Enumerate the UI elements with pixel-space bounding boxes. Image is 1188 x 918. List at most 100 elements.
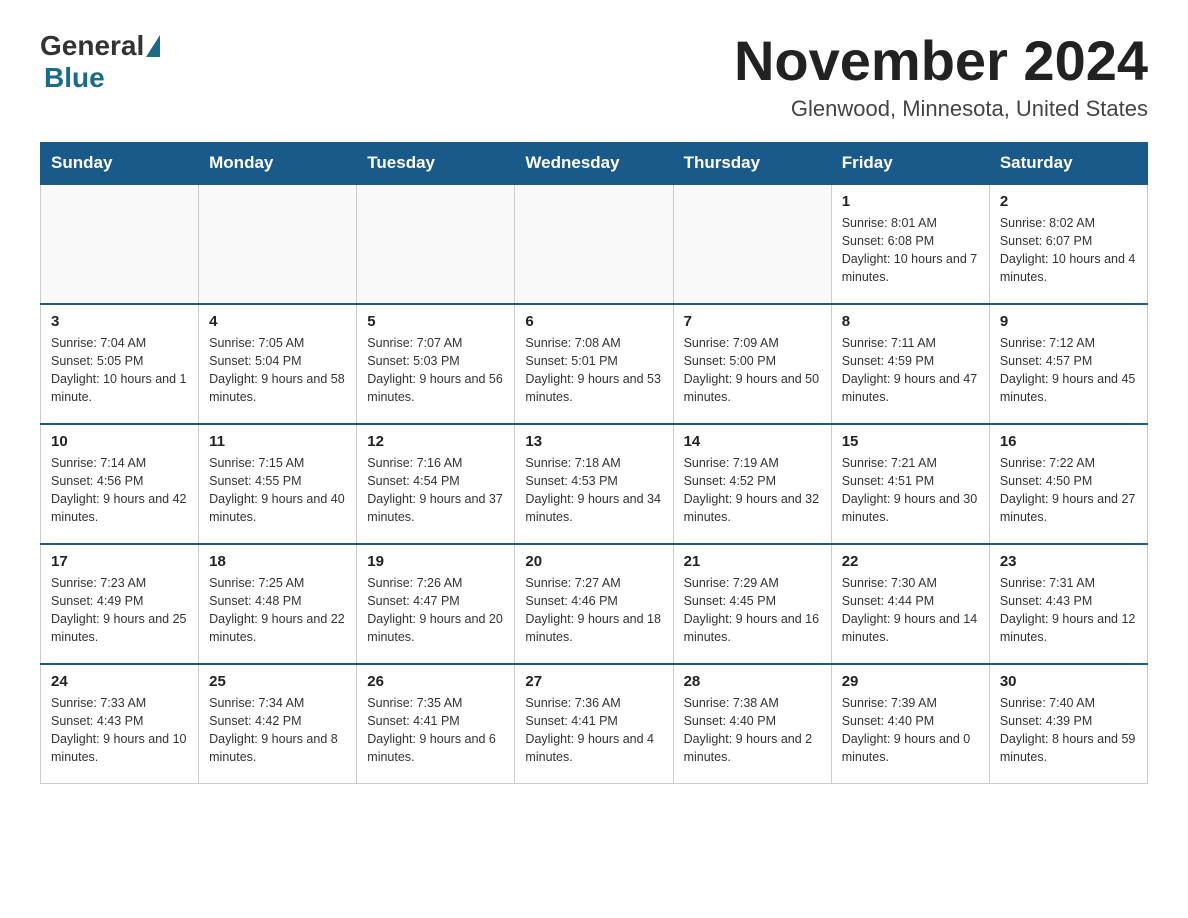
day-number: 25 [209,673,346,690]
calendar-day-cell [515,184,673,304]
logo-blue-text: Blue [44,62,105,93]
calendar-day-cell [357,184,515,304]
day-number: 19 [367,553,504,570]
calendar-week-row: 10 Sunrise: 7:14 AM Sunset: 4:56 PM Dayli… [41,424,1148,544]
day-number: 23 [1000,553,1137,570]
day-number: 4 [209,313,346,330]
day-number: 14 [684,433,821,450]
day-number: 2 [1000,193,1137,210]
calendar-day-cell: 17 Sunrise: 7:23 AM Sunset: 4:49 PM Dayli… [41,544,199,664]
calendar-week-row: 17 Sunrise: 7:23 AM Sunset: 4:49 PM Dayli… [41,544,1148,664]
day-number: 10 [51,433,188,450]
day-number: 8 [842,313,979,330]
day-number: 15 [842,433,979,450]
calendar-header-row: SundayMondayTuesdayWednesdayThursdayFrid… [41,142,1148,184]
day-info: Sunrise: 7:34 AM Sunset: 4:42 PM Dayligh… [209,694,346,767]
day-info: Sunrise: 8:02 AM Sunset: 6:07 PM Dayligh… [1000,214,1137,287]
calendar-day-cell: 16Sunrise: 7:22 AM Sunset: 4:50 PM Dayli… [989,424,1147,544]
day-number: 30 [1000,673,1137,690]
page-header: General Blue November 2024 Glenwood, Min… [40,30,1148,122]
location-subtitle: Glenwood, Minnesota, United States [734,96,1148,122]
calendar-day-cell: 14 Sunrise: 7:19 AM Sunset: 4:52 PM Dayli… [673,424,831,544]
day-info: Sunrise: 7:14 AM Sunset: 4:56 PM Dayligh… [51,454,188,527]
day-number: 3 [51,313,188,330]
calendar-day-cell: 1 Sunrise: 8:01 AM Sunset: 6:08 PM Daylig… [831,184,989,304]
day-info: Sunrise: 7:39 AM Sunset: 4:40 PM Dayligh… [842,694,979,767]
day-info: Sunrise: 7:19 AM Sunset: 4:52 PM Dayligh… [684,454,821,527]
day-number: 7 [684,313,821,330]
calendar-day-cell: 26Sunrise: 7:35 AM Sunset: 4:41 PM Dayli… [357,664,515,784]
title-section: November 2024 Glenwood, Minnesota, Unite… [734,30,1148,122]
day-number: 17 [51,553,188,570]
calendar-day-cell: 15Sunrise: 7:21 AM Sunset: 4:51 PM Dayli… [831,424,989,544]
day-info: Sunrise: 7:22 AM Sunset: 4:50 PM Dayligh… [1000,454,1137,527]
day-info: Sunrise: 7:23 AM Sunset: 4:49 PM Dayligh… [51,574,188,647]
calendar-day-cell: 25 Sunrise: 7:34 AM Sunset: 4:42 PM Dayli… [199,664,357,784]
day-number: 13 [525,433,662,450]
calendar-day-cell: 3 Sunrise: 7:04 AM Sunset: 5:05 PM Daylig… [41,304,199,424]
calendar-day-cell: 2 Sunrise: 8:02 AM Sunset: 6:07 PM Daylig… [989,184,1147,304]
day-info: Sunrise: 7:05 AM Sunset: 5:04 PM Dayligh… [209,334,346,407]
day-info: Sunrise: 7:11 AM Sunset: 4:59 PM Dayligh… [842,334,979,407]
day-info: Sunrise: 7:40 AM Sunset: 4:39 PM Dayligh… [1000,694,1137,767]
day-info: Sunrise: 7:16 AM Sunset: 4:54 PM Dayligh… [367,454,504,527]
column-header-monday: Monday [199,142,357,184]
column-header-saturday: Saturday [989,142,1147,184]
calendar-day-cell [673,184,831,304]
day-info: Sunrise: 7:36 AM Sunset: 4:41 PM Dayligh… [525,694,662,767]
calendar-day-cell: 28 Sunrise: 7:38 AM Sunset: 4:40 PM Dayli… [673,664,831,784]
logo-general-text: General [40,30,144,62]
calendar-day-cell: 11 Sunrise: 7:15 AM Sunset: 4:55 PM Dayli… [199,424,357,544]
column-header-sunday: Sunday [41,142,199,184]
day-number: 22 [842,553,979,570]
day-number: 18 [209,553,346,570]
day-info: Sunrise: 7:09 AM Sunset: 5:00 PM Dayligh… [684,334,821,407]
day-info: Sunrise: 7:27 AM Sunset: 4:46 PM Dayligh… [525,574,662,647]
calendar-day-cell: 7 Sunrise: 7:09 AM Sunset: 5:00 PM Daylig… [673,304,831,424]
day-number: 27 [525,673,662,690]
day-number: 9 [1000,313,1137,330]
logo-triangle-icon [146,35,160,57]
day-info: Sunrise: 7:18 AM Sunset: 4:53 PM Dayligh… [525,454,662,527]
calendar-table: SundayMondayTuesdayWednesdayThursdayFrid… [40,142,1148,785]
day-info: Sunrise: 7:12 AM Sunset: 4:57 PM Dayligh… [1000,334,1137,407]
day-info: Sunrise: 7:08 AM Sunset: 5:01 PM Dayligh… [525,334,662,407]
day-info: Sunrise: 7:29 AM Sunset: 4:45 PM Dayligh… [684,574,821,647]
calendar-day-cell: 30 Sunrise: 7:40 AM Sunset: 4:39 PM Dayli… [989,664,1147,784]
day-info: Sunrise: 7:33 AM Sunset: 4:43 PM Dayligh… [51,694,188,767]
day-info: Sunrise: 7:38 AM Sunset: 4:40 PM Dayligh… [684,694,821,767]
day-number: 20 [525,553,662,570]
day-info: Sunrise: 7:04 AM Sunset: 5:05 PM Dayligh… [51,334,188,407]
calendar-day-cell: 5Sunrise: 7:07 AM Sunset: 5:03 PM Daylig… [357,304,515,424]
calendar-day-cell [199,184,357,304]
day-number: 6 [525,313,662,330]
day-info: Sunrise: 8:01 AM Sunset: 6:08 PM Dayligh… [842,214,979,287]
day-info: Sunrise: 7:30 AM Sunset: 4:44 PM Dayligh… [842,574,979,647]
day-number: 11 [209,433,346,450]
calendar-day-cell: 12Sunrise: 7:16 AM Sunset: 4:54 PM Dayli… [357,424,515,544]
column-header-tuesday: Tuesday [357,142,515,184]
day-info: Sunrise: 7:35 AM Sunset: 4:41 PM Dayligh… [367,694,504,767]
day-info: Sunrise: 7:25 AM Sunset: 4:48 PM Dayligh… [209,574,346,647]
calendar-day-cell: 27 Sunrise: 7:36 AM Sunset: 4:41 PM Dayli… [515,664,673,784]
calendar-day-cell: 13 Sunrise: 7:18 AM Sunset: 4:53 PM Dayli… [515,424,673,544]
column-header-wednesday: Wednesday [515,142,673,184]
column-header-friday: Friday [831,142,989,184]
day-number: 1 [842,193,979,210]
day-info: Sunrise: 7:15 AM Sunset: 4:55 PM Dayligh… [209,454,346,527]
day-info: Sunrise: 7:07 AM Sunset: 5:03 PM Dayligh… [367,334,504,407]
day-number: 28 [684,673,821,690]
calendar-day-cell: 29 Sunrise: 7:39 AM Sunset: 4:40 PM Dayli… [831,664,989,784]
calendar-day-cell [41,184,199,304]
calendar-day-cell: 6 Sunrise: 7:08 AM Sunset: 5:01 PM Daylig… [515,304,673,424]
calendar-day-cell: 21Sunrise: 7:29 AM Sunset: 4:45 PM Dayli… [673,544,831,664]
calendar-day-cell: 4 Sunrise: 7:05 AM Sunset: 5:04 PM Daylig… [199,304,357,424]
calendar-day-cell: 24 Sunrise: 7:33 AM Sunset: 4:43 PM Dayli… [41,664,199,784]
day-number: 29 [842,673,979,690]
calendar-day-cell: 19Sunrise: 7:26 AM Sunset: 4:47 PM Dayli… [357,544,515,664]
day-number: 24 [51,673,188,690]
calendar-day-cell: 8 Sunrise: 7:11 AM Sunset: 4:59 PM Daylig… [831,304,989,424]
calendar-day-cell: 18 Sunrise: 7:25 AM Sunset: 4:48 PM Dayli… [199,544,357,664]
calendar-week-row: 24 Sunrise: 7:33 AM Sunset: 4:43 PM Dayli… [41,664,1148,784]
calendar-day-cell: 20 Sunrise: 7:27 AM Sunset: 4:46 PM Dayli… [515,544,673,664]
